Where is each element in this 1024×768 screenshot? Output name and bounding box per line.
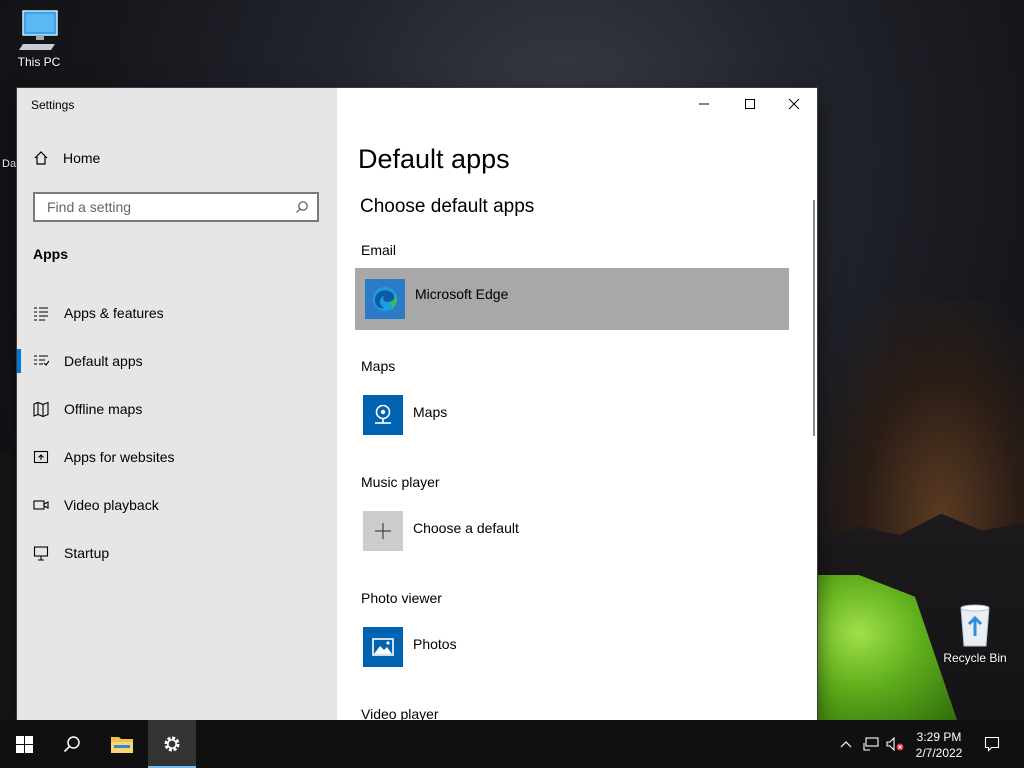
default-app-name: Microsoft Edge: [415, 286, 509, 302]
sidebar-item-video-playback[interactable]: Video playback: [17, 481, 337, 529]
recycle-bin-icon: [960, 604, 990, 647]
sidebar-item-startup[interactable]: Startup: [17, 529, 337, 577]
content-scrollbar[interactable]: [813, 200, 815, 436]
search-icon: [63, 736, 80, 753]
action-center-button[interactable]: [978, 720, 1006, 768]
default-app-name: Photos: [413, 636, 457, 652]
gear-icon: [164, 736, 180, 752]
default-app-photo-viewer[interactable]: Photos: [363, 627, 797, 667]
sidebar-item-label: Video playback: [64, 497, 159, 513]
sidebar-nav: Apps & features Default apps Offline map…: [17, 289, 337, 577]
search-input[interactable]: [45, 198, 295, 216]
sidebar-item-label: Apps for websites: [64, 449, 175, 465]
desktop-icon-this-pc[interactable]: This PC: [10, 8, 68, 69]
photos-icon: [363, 627, 403, 667]
sidebar-item-apps-for-websites[interactable]: Apps for websites: [17, 433, 337, 481]
notification-icon: [984, 736, 1000, 752]
clock-date: 2/7/2022: [915, 746, 963, 760]
page-title: Default apps: [358, 144, 510, 174]
section-heading: Apps: [33, 246, 68, 262]
home-label: Home: [63, 150, 101, 166]
category-label-email: Email: [361, 242, 397, 258]
desktop-icon-label: This PC: [17, 55, 61, 69]
edge-icon: [365, 279, 405, 319]
home-icon: [34, 151, 48, 165]
window-title: Settings: [31, 98, 75, 112]
taskbar: 3:29 PM 2/7/2022: [0, 720, 1024, 768]
default-apps-icon: [33, 353, 49, 369]
network-icon: [863, 737, 879, 751]
settings-sidebar: Settings Home Apps Apps & features: [17, 88, 337, 720]
search-taskbar-button[interactable]: [48, 720, 96, 768]
search-icon[interactable]: [295, 200, 309, 214]
network-tray-button[interactable]: [860, 720, 882, 768]
sidebar-item-offline-maps[interactable]: Offline maps: [17, 385, 337, 433]
plus-icon: [363, 511, 403, 551]
sidebar-item-label: Default apps: [64, 353, 143, 369]
default-app-name: Choose a default: [413, 520, 519, 536]
sidebar-item-label: Offline maps: [64, 401, 143, 417]
default-app-email[interactable]: Microsoft Edge: [355, 268, 789, 330]
sidebar-item-label: Apps & features: [64, 305, 164, 321]
desktop-icon-partial-label: Da: [2, 158, 17, 170]
sidebar-home[interactable]: Home: [33, 150, 100, 166]
sidebar-item-label: Startup: [64, 545, 110, 561]
taskbar-clock[interactable]: 3:29 PM 2/7/2022: [904, 729, 974, 761]
startup-icon: [33, 545, 49, 561]
settings-window: Settings Home Apps Apps & features: [17, 88, 817, 720]
file-explorer-button[interactable]: [98, 720, 146, 768]
show-hidden-icons-button[interactable]: [836, 720, 856, 768]
desktop-icon-recycle-bin[interactable]: Recycle Bin: [940, 602, 1010, 665]
default-app-name: Maps: [413, 404, 448, 420]
settings-taskbar-button[interactable]: [148, 720, 196, 768]
wallpaper-glow: [817, 300, 1024, 540]
video-icon: [33, 497, 49, 513]
sidebar-item-default-apps[interactable]: Default apps: [17, 337, 337, 385]
category-label-photo-viewer: Photo viewer: [361, 590, 442, 606]
search-box[interactable]: [33, 192, 319, 222]
sidebar-item-apps-features[interactable]: Apps & features: [17, 289, 337, 337]
list-icon: [33, 305, 49, 321]
volume-muted-icon: [886, 737, 904, 751]
category-label-video-player: Video player: [361, 706, 439, 720]
wallpaper-mountains-left: [0, 450, 17, 720]
category-label-music-player: Music player: [361, 474, 440, 490]
maps-icon: [363, 395, 403, 435]
start-button[interactable]: [0, 720, 48, 768]
chevron-up-icon: [840, 741, 852, 748]
category-label-maps: Maps: [361, 358, 396, 374]
section-title: Choose default apps: [360, 196, 535, 217]
default-app-maps[interactable]: Maps: [363, 395, 797, 435]
desktop-icon-label: Recycle Bin: [943, 651, 1007, 665]
default-app-music-player[interactable]: Choose a default: [363, 511, 797, 551]
computer-icon: [19, 10, 58, 50]
volume-tray-button[interactable]: [884, 720, 906, 768]
folder-icon: [111, 737, 133, 753]
windows-logo-icon: [15, 735, 33, 753]
map-icon: [33, 401, 49, 417]
settings-content: Default apps Choose default apps Email M…: [337, 88, 817, 720]
clock-time: 3:29 PM: [916, 730, 962, 744]
open-in-app-icon: [33, 449, 49, 465]
